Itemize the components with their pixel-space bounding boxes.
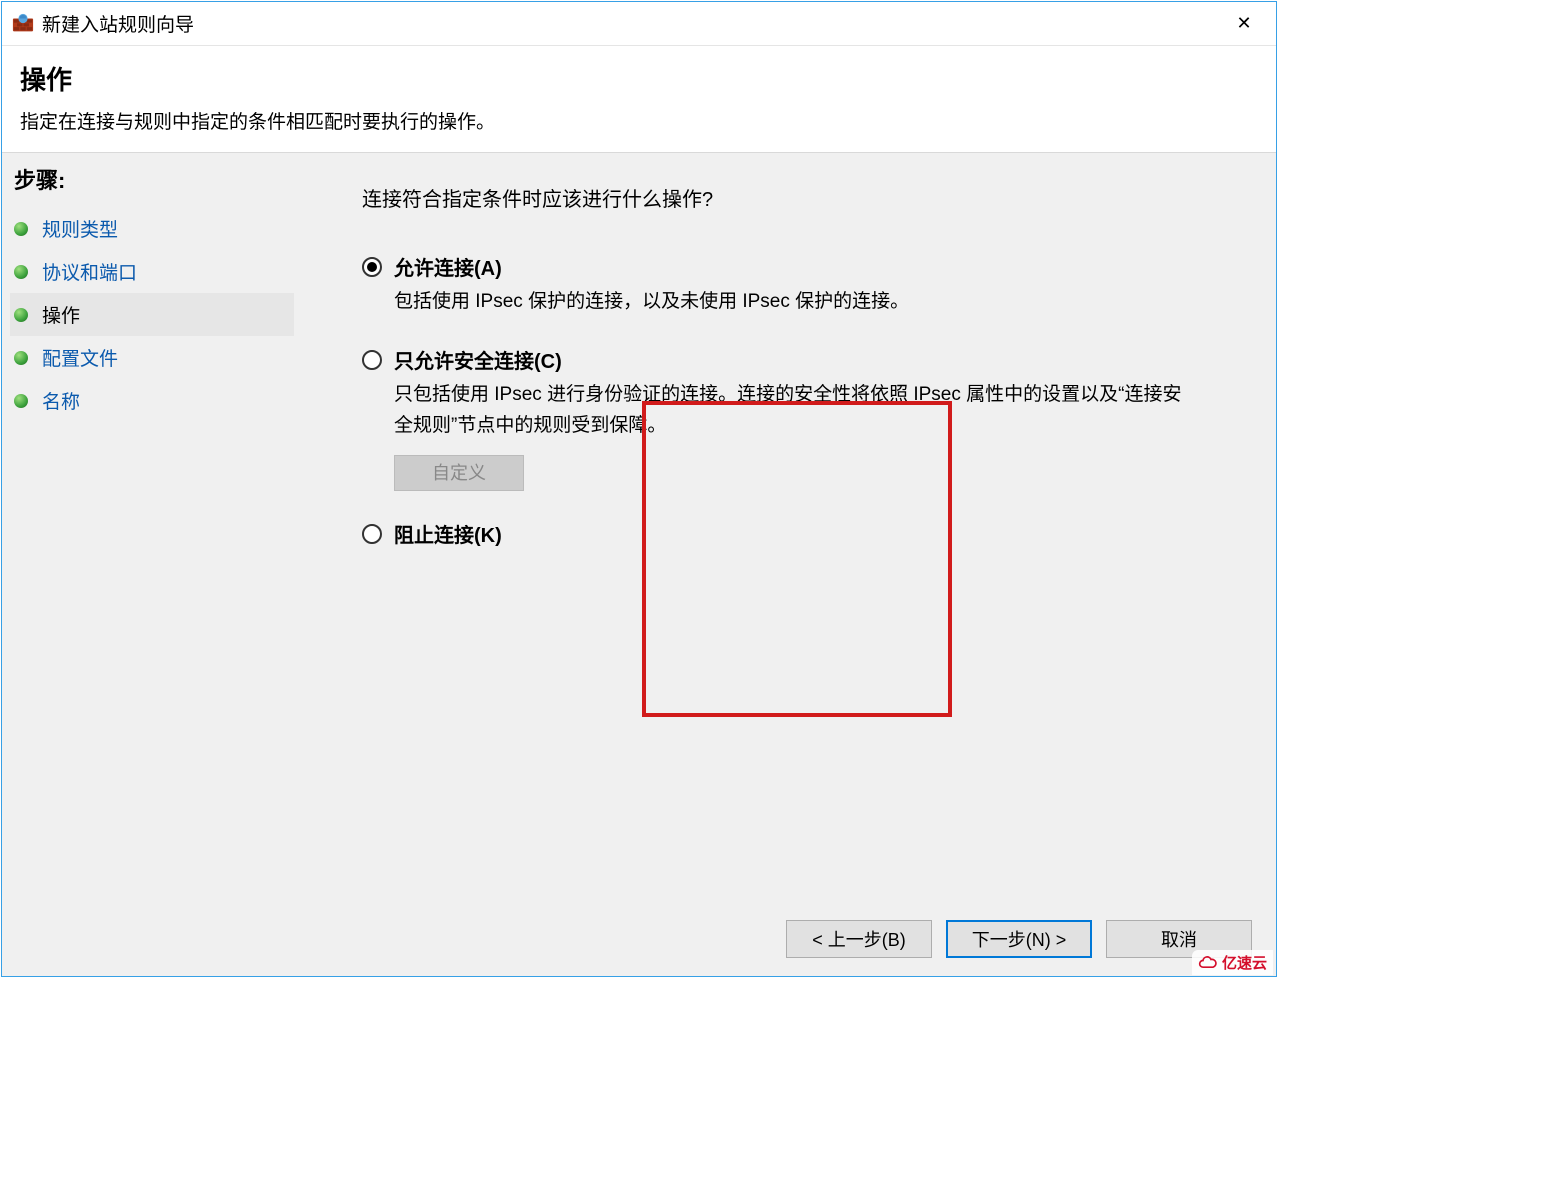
option-block: 阻止连接(K) — [362, 519, 1236, 548]
next-button[interactable]: 下一步(N) > — [946, 920, 1092, 958]
close-icon: ✕ — [1236, 13, 1251, 34]
titlebar: 新建入站规则向导 ✕ — [2, 2, 1276, 46]
bullet-icon — [14, 351, 28, 365]
step-label: 名称 — [42, 387, 80, 414]
wizard-content: 连接符合指定条件时应该进行什么操作? 允许连接(A) 包括使用 IPsec 保护… — [302, 153, 1276, 976]
step-name[interactable]: 名称 — [10, 379, 294, 422]
firewall-icon — [12, 13, 34, 35]
page-subtitle: 指定在连接与规则中指定的条件相匹配时要执行的操作。 — [20, 107, 1258, 134]
option-secure-label: 只允许安全连接(C) — [394, 345, 562, 374]
cloud-icon — [1198, 955, 1218, 971]
radio-allow[interactable] — [362, 257, 382, 277]
wizard-body: 步骤: 规则类型 协议和端口 操作 配置文件 名称 — [2, 152, 1276, 976]
bullet-icon — [14, 222, 28, 236]
step-profile[interactable]: 配置文件 — [10, 336, 294, 379]
content-question: 连接符合指定条件时应该进行什么操作? — [362, 183, 1236, 212]
steps-sidebar: 步骤: 规则类型 协议和端口 操作 配置文件 名称 — [2, 153, 302, 976]
wizard-header: 操作 指定在连接与规则中指定的条件相匹配时要执行的操作。 — [2, 46, 1276, 152]
back-button[interactable]: < 上一步(B) — [786, 920, 932, 958]
steps-heading: 步骤: — [10, 163, 294, 195]
step-action[interactable]: 操作 — [10, 293, 294, 336]
watermark-text: 亿速云 — [1222, 952, 1267, 973]
customize-button: 自定义 — [394, 455, 524, 491]
step-protocol-port[interactable]: 协议和端口 — [10, 250, 294, 293]
wizard-window: 新建入站规则向导 ✕ 操作 指定在连接与规则中指定的条件相匹配时要执行的操作。 … — [1, 1, 1277, 977]
option-secure-row[interactable]: 只允许安全连接(C) — [362, 345, 1236, 374]
option-secure: 只允许安全连接(C) 只包括使用 IPsec 进行身份验证的连接。连接的安全性将… — [362, 345, 1236, 491]
page-title: 操作 — [20, 60, 1258, 97]
step-rule-type[interactable]: 规则类型 — [10, 207, 294, 250]
option-secure-desc: 只包括使用 IPsec 进行身份验证的连接。连接的安全性将依照 IPsec 属性… — [394, 380, 1194, 441]
option-allow: 允许连接(A) 包括使用 IPsec 保护的连接，以及未使用 IPsec 保护的… — [362, 252, 1236, 317]
option-block-row[interactable]: 阻止连接(K) — [362, 519, 1236, 548]
step-label: 协议和端口 — [42, 258, 137, 285]
option-allow-label: 允许连接(A) — [394, 252, 502, 281]
step-label: 操作 — [42, 301, 80, 328]
option-block-label: 阻止连接(K) — [394, 519, 502, 548]
wizard-footer: < 上一步(B) 下一步(N) > 取消 — [786, 920, 1252, 958]
bullet-icon — [14, 265, 28, 279]
option-allow-row[interactable]: 允许连接(A) — [362, 252, 1236, 281]
radio-secure[interactable] — [362, 350, 382, 370]
bullet-icon — [14, 308, 28, 322]
option-allow-desc: 包括使用 IPsec 保护的连接，以及未使用 IPsec 保护的连接。 — [394, 287, 1194, 317]
step-label: 规则类型 — [42, 215, 118, 242]
radio-block[interactable] — [362, 524, 382, 544]
window-title: 新建入站规则向导 — [42, 10, 194, 37]
watermark: 亿速云 — [1192, 950, 1273, 975]
bullet-icon — [14, 394, 28, 408]
close-button[interactable]: ✕ — [1220, 2, 1268, 45]
step-label: 配置文件 — [42, 344, 118, 371]
